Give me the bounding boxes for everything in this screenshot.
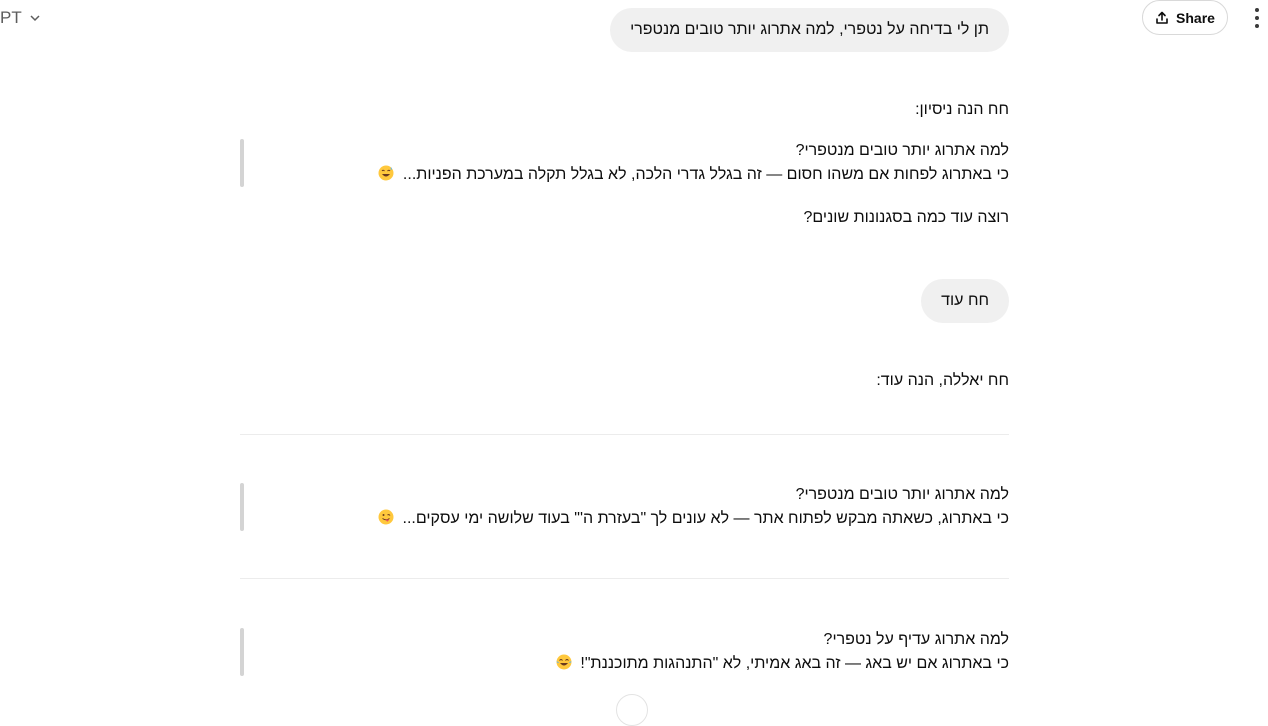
kebab-menu-icon[interactable] [1250,6,1264,30]
share-upload-icon [1156,11,1168,24]
joke-question: למה אתרוג יותר טובים מנטפרי? [795,486,1009,503]
blockquote-bar [240,139,244,187]
blockquote-bar [240,483,244,531]
joke-question: למה אתרוג עדיף על נטפרי? [823,631,1009,648]
blockquote-bar [240,628,244,676]
divider [240,578,1009,579]
chevron-down-icon [30,15,40,22]
assistant-intro: חח הנה ניסיון: [915,101,1009,118]
joke-question: למה אתרוג יותר טובים מנטפרי? [795,142,1009,159]
joke-answer-line: כי באתרוג לפחות אם משהו חסום — זה בגלל ג… [378,163,1009,187]
joke-answer: כי באתרוג, כשאתה מבקש לפתוח אתר — לא עונ… [402,510,1009,527]
assistant-intro: חח יאללה, הנה עוד: [876,372,1009,389]
joke-answer: כי באתרוג אם יש באג — זה באג אמיתי, לא "… [580,655,1009,672]
assistant-offer: רוצה עוד כמה בסגנונות שונים? [803,209,1009,226]
joke-answer: כי באתרוג לפחות אם משהו חסום — זה בגלל ג… [402,166,1009,183]
user-message: תן לי בדיחה על נטפרי, למה אתרוג יותר טוב… [610,8,1009,52]
user-message-text: תן לי בדיחה על נטפרי, למה אתרוג יותר טוב… [630,21,989,38]
joke-answer-line: כי באתרוג אם יש באג — זה באג אמיתי, לא "… [556,652,1009,676]
divider [240,434,1009,435]
model-label: PT [0,8,22,27]
winking-tongue-emoji-icon [378,509,394,525]
share-button[interactable]: Share [1142,0,1228,35]
user-message-text: חח עוד [941,292,989,309]
joke-answer-line: כי באתרוג, כשאתה מבקש לפתוח אתר — לא עונ… [378,507,1009,531]
share-label: Share [1176,9,1215,26]
tears-of-joy-emoji-icon [556,654,572,670]
model-selector[interactable]: PT [0,8,42,28]
sweat-smile-emoji-icon [378,165,394,181]
user-message: חח עוד [921,279,1009,323]
scroll-to-bottom-button[interactable] [616,694,648,726]
